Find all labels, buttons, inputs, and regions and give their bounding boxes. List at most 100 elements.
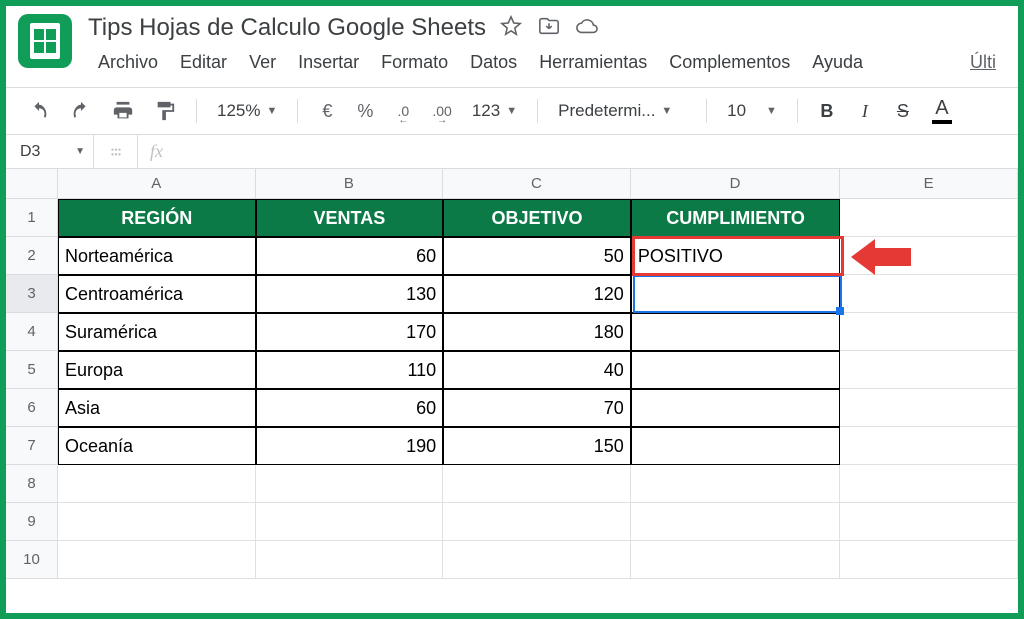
star-icon[interactable]: [500, 15, 522, 42]
row-header[interactable]: 9: [6, 503, 58, 541]
cell[interactable]: Norteamérica: [58, 237, 256, 275]
cell[interactable]: [631, 313, 841, 351]
menu-herramientas[interactable]: Herramientas: [529, 48, 657, 77]
cell[interactable]: VENTAS: [256, 199, 444, 237]
column-header-a[interactable]: A: [58, 169, 256, 199]
cell[interactable]: [840, 275, 1018, 313]
bold-button[interactable]: B: [812, 96, 842, 126]
cell[interactable]: Centroamérica: [58, 275, 256, 313]
italic-button[interactable]: I: [850, 96, 880, 126]
cell[interactable]: REGIÓN: [58, 199, 256, 237]
cell[interactable]: [631, 275, 841, 313]
font-size-select[interactable]: 10 ▼: [721, 101, 783, 121]
cell[interactable]: [631, 503, 841, 541]
cell[interactable]: [443, 503, 631, 541]
cell[interactable]: 120: [443, 275, 631, 313]
cell[interactable]: [631, 351, 841, 389]
row-header[interactable]: 8: [6, 465, 58, 503]
column-header-c[interactable]: C: [443, 169, 631, 199]
row-header[interactable]: 6: [6, 389, 58, 427]
formula-bar-resize-handle[interactable]: [94, 135, 138, 168]
format-currency-button[interactable]: €: [312, 96, 342, 126]
menu-ver[interactable]: Ver: [239, 48, 286, 77]
menu-formato[interactable]: Formato: [371, 48, 458, 77]
cell[interactable]: 60: [256, 237, 444, 275]
cell[interactable]: [840, 541, 1018, 579]
cell[interactable]: [840, 389, 1018, 427]
cell[interactable]: 180: [443, 313, 631, 351]
column-header-d[interactable]: D: [631, 169, 841, 199]
cell[interactable]: 150: [443, 427, 631, 465]
sheets-logo[interactable]: [18, 14, 72, 68]
cell[interactable]: 40: [443, 351, 631, 389]
paint-format-button[interactable]: [148, 96, 182, 126]
text-color-button[interactable]: A: [926, 96, 958, 126]
cell[interactable]: [58, 503, 256, 541]
move-to-drive-icon[interactable]: [538, 15, 560, 42]
cell[interactable]: [58, 541, 256, 579]
font-select[interactable]: Predetermi... ▼: [552, 101, 692, 121]
menu-insertar[interactable]: Insertar: [288, 48, 369, 77]
increase-decimal-button[interactable]: .00 →: [426, 96, 457, 126]
format-percent-button[interactable]: %: [350, 96, 380, 126]
select-all-corner[interactable]: [6, 169, 58, 199]
cell[interactable]: [840, 313, 1018, 351]
cell[interactable]: Europa: [58, 351, 256, 389]
zoom-select[interactable]: 125% ▼: [211, 101, 283, 121]
menu-ayuda[interactable]: Ayuda: [802, 48, 873, 77]
row-header[interactable]: 4: [6, 313, 58, 351]
formula-input[interactable]: [175, 135, 1018, 168]
document-title[interactable]: Tips Hojas de Calculo Google Sheets: [88, 14, 486, 42]
cell[interactable]: [840, 465, 1018, 503]
cell[interactable]: [256, 541, 444, 579]
column-header-e[interactable]: E: [840, 169, 1018, 199]
row-header[interactable]: 10: [6, 541, 58, 579]
strikethrough-button[interactable]: S: [888, 96, 918, 126]
cell[interactable]: [840, 427, 1018, 465]
cell[interactable]: [443, 541, 631, 579]
decrease-decimal-button[interactable]: .0 ←: [388, 96, 418, 126]
row-header[interactable]: 5: [6, 351, 58, 389]
row-header[interactable]: 7: [6, 427, 58, 465]
row-header[interactable]: 2: [6, 237, 58, 275]
cell[interactable]: 50: [443, 237, 631, 275]
more-formats-button[interactable]: 123 ▼: [466, 101, 523, 121]
cell[interactable]: [58, 465, 256, 503]
undo-button[interactable]: [22, 96, 56, 126]
menu-archivo[interactable]: Archivo: [88, 48, 168, 77]
cell[interactable]: [256, 503, 444, 541]
cell[interactable]: 170: [256, 313, 444, 351]
name-box[interactable]: D3 ▼: [6, 135, 94, 168]
cell[interactable]: 190: [256, 427, 444, 465]
cell[interactable]: [631, 465, 841, 503]
column-header-b[interactable]: B: [256, 169, 444, 199]
cell[interactable]: Oceanía: [58, 427, 256, 465]
cell[interactable]: [443, 465, 631, 503]
cell[interactable]: 70: [443, 389, 631, 427]
cell[interactable]: [631, 427, 841, 465]
row-header[interactable]: 3: [6, 275, 58, 313]
cell[interactable]: 60: [256, 389, 444, 427]
row-header[interactable]: 1: [6, 199, 58, 237]
cell[interactable]: Asia: [58, 389, 256, 427]
cell[interactable]: Suramérica: [58, 313, 256, 351]
cell[interactable]: [256, 465, 444, 503]
cloud-status-icon[interactable]: [576, 15, 598, 42]
cell[interactable]: OBJETIVO: [443, 199, 631, 237]
last-edit-link[interactable]: Últi: [960, 48, 1006, 77]
cell[interactable]: [840, 199, 1018, 237]
cell[interactable]: [631, 389, 841, 427]
menu-editar[interactable]: Editar: [170, 48, 237, 77]
cell[interactable]: [631, 541, 841, 579]
cell[interactable]: [840, 351, 1018, 389]
print-button[interactable]: [106, 96, 140, 126]
cell[interactable]: POSITIVO: [631, 237, 841, 275]
menu-complementos[interactable]: Complementos: [659, 48, 800, 77]
menu-datos[interactable]: Datos: [460, 48, 527, 77]
cell[interactable]: [840, 503, 1018, 541]
spreadsheet-grid[interactable]: A B C D E 1 REGIÓN VENTAS OBJETIVO CUMPL…: [6, 169, 1018, 613]
cell[interactable]: CUMPLIMIENTO: [631, 199, 841, 237]
cell[interactable]: 130: [256, 275, 444, 313]
cell[interactable]: 110: [256, 351, 444, 389]
redo-button[interactable]: [64, 96, 98, 126]
